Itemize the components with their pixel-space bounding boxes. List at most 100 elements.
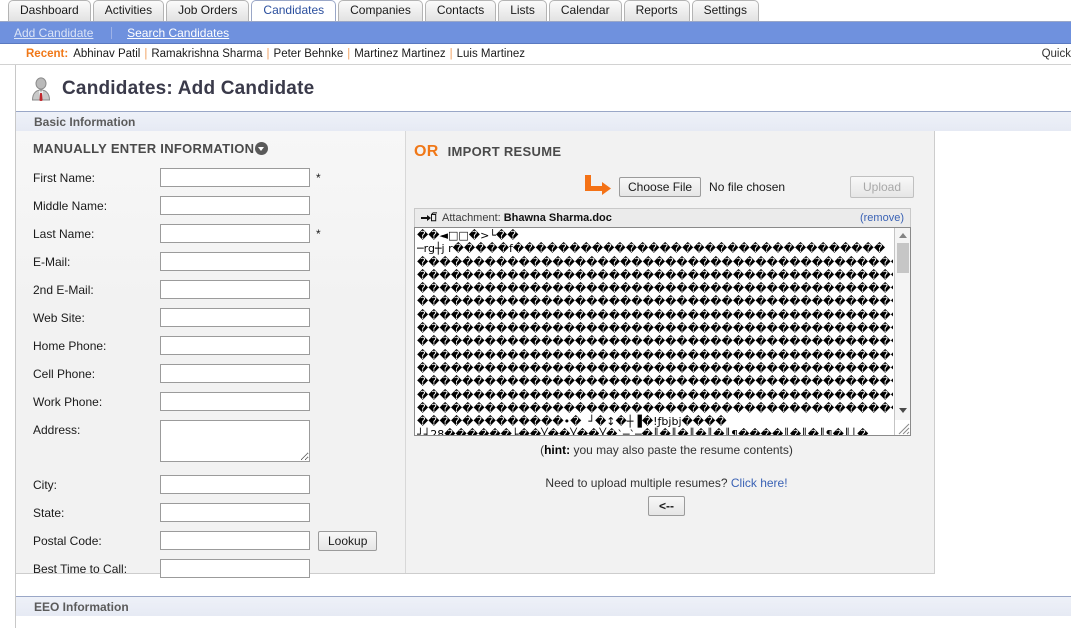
attachment-label: Attachment: [442, 209, 501, 228]
recent-item-link[interactable]: Peter Behnke [274, 48, 344, 60]
recent-item-link[interactable]: Abhinav Patil [73, 48, 140, 60]
tab-candidates[interactable]: Candidates [251, 0, 336, 21]
manual-entry-heading: MANUALLY ENTER INFORMATION [33, 141, 405, 156]
form-row: Home Phone: [33, 336, 405, 358]
page-title-row: Candidates: Add Candidate [0, 65, 1071, 111]
import-resume-label: IMPORT RESUME [448, 144, 562, 159]
form-row: State: [33, 503, 405, 525]
field-label: Cell Phone: [33, 364, 160, 384]
field-label: Middle Name: [33, 196, 160, 216]
tab-companies[interactable]: Companies [338, 0, 423, 21]
postal-code-input[interactable] [160, 531, 310, 550]
manual-entry-heading-text: MANUALLY ENTER INFORMATION [33, 141, 254, 156]
field-label: State: [33, 503, 160, 523]
field-label: 2nd E-Mail: [33, 280, 160, 300]
manual-entry-fields: First Name: * Middle Name: Last Name:* E-Mai… [33, 168, 405, 581]
work-phone-input[interactable] [160, 392, 310, 411]
section-header-basic-information: Basic Information [16, 111, 1071, 131]
recent-label: Recent: [26, 48, 68, 60]
hint-bold-label: hint: [544, 443, 570, 457]
hint-text: you may also paste the resume contents [573, 443, 788, 457]
field-label: Best Time to Call: [33, 559, 160, 579]
field-label: City: [33, 475, 160, 495]
attachment-icon [421, 212, 442, 224]
last-name-input[interactable] [160, 224, 310, 243]
recent-links-container: Abhinav Patil|Ramakrishna Sharma|Peter B… [73, 48, 525, 60]
scroll-up-arrow-icon[interactable] [899, 233, 907, 238]
form-row: Web Site: [33, 308, 405, 330]
quick-search-label[interactable]: Quick [1042, 44, 1071, 65]
recent-item-link[interactable]: Martinez Martinez [354, 48, 445, 60]
paste-hint: (hint: you may also paste the resume con… [414, 443, 919, 457]
no-file-chosen-text: No file chosen [709, 180, 785, 194]
or-label: OR [414, 143, 439, 161]
recent-item-link[interactable]: Luis Martinez [457, 48, 525, 60]
choose-file-button[interactable]: Choose File [619, 177, 701, 197]
cell-phone-input[interactable] [160, 364, 310, 383]
field-label: Postal Code: [33, 531, 160, 551]
remove-attachment-link[interactable]: (remove) [860, 209, 904, 228]
upload-button[interactable]: Upload [850, 176, 914, 198]
import-resume-heading: OR IMPORT RESUME [406, 143, 934, 161]
person-icon [30, 77, 52, 101]
form-row: Last Name:* [33, 224, 405, 246]
home-phone-input[interactable] [160, 336, 310, 355]
tab-job-orders[interactable]: Job Orders [166, 0, 249, 21]
form-row: E-Mail: [33, 252, 405, 274]
recent-separator: | [144, 48, 147, 60]
resize-handle[interactable] [895, 420, 910, 435]
tab-calendar[interactable]: Calendar [549, 0, 622, 21]
tab-dashboard[interactable]: Dashboard [8, 0, 91, 21]
field-label: Last Name: [33, 224, 160, 244]
back-button-row: <-- [414, 496, 919, 516]
form-row: 2nd E-Mail: [33, 280, 405, 302]
resume-scrollbar[interactable] [894, 228, 910, 435]
field-label: Address: [33, 420, 160, 440]
resume-text-content: ��◄□□�>└�� ─rg┼j r�����f����������������… [417, 229, 893, 435]
recent-items-bar: Recent:Abhinav Patil|Ramakrishna Sharma|… [0, 44, 1071, 65]
tab-activities[interactable]: Activities [93, 0, 164, 21]
web-site-input[interactable] [160, 308, 310, 327]
form-row: Postal Code: Lookup [33, 531, 405, 553]
field-label: Home Phone: [33, 336, 160, 356]
page-body: Candidates: Add Candidate Basic Informat… [0, 65, 1071, 628]
2nd-e-mail-input[interactable] [160, 280, 310, 299]
required-marker: * [316, 168, 321, 188]
subnav-search-candidates[interactable]: Search Candidates [127, 26, 229, 40]
e-mail-input[interactable] [160, 252, 310, 271]
multiple-resumes-row: Need to upload multiple resumes? Click h… [414, 476, 919, 490]
scroll-down-arrow-icon[interactable] [899, 408, 907, 413]
field-label: First Name: [33, 168, 160, 188]
form-row: Work Phone: [33, 392, 405, 414]
tab-contacts[interactable]: Contacts [425, 0, 496, 21]
form-row: City: [33, 475, 405, 497]
attachment-filename: Bhawna Sharma.doc [504, 209, 612, 228]
multiple-resumes-link[interactable]: Click here! [731, 476, 788, 490]
form-row: Cell Phone: [33, 364, 405, 386]
back-button[interactable]: <-- [648, 496, 685, 516]
resume-text-area[interactable]: ��◄□□�>└�� ─rg┼j r�����f����������������… [414, 227, 911, 436]
middle-name-input[interactable] [160, 196, 310, 215]
manual-entry-column: MANUALLY ENTER INFORMATION First Name: * M… [16, 131, 406, 573]
page-title: Candidates: Add Candidate [62, 78, 314, 100]
first-name-input[interactable] [160, 168, 310, 187]
section-header-eeo-information: EEO Information [16, 596, 1071, 616]
field-label: Work Phone: [33, 392, 160, 412]
recent-item-link[interactable]: Ramakrishna Sharma [151, 48, 262, 60]
lookup-button[interactable]: Lookup [318, 531, 377, 551]
main-tab-bar: DashboardActivitiesJob OrdersCandidatesC… [0, 0, 1071, 22]
best-time-to-call-input[interactable] [160, 559, 310, 578]
subnav-add-candidate[interactable]: Add Candidate [14, 26, 93, 40]
tab-reports[interactable]: Reports [624, 0, 690, 21]
form-row: Best Time to Call: [33, 559, 405, 581]
address-input[interactable] [160, 420, 310, 462]
tab-settings[interactable]: Settings [692, 0, 759, 21]
form-row: Address: [33, 420, 405, 466]
scrollbar-thumb[interactable] [897, 243, 909, 273]
field-label: Web Site: [33, 308, 160, 328]
tab-lists[interactable]: Lists [498, 0, 547, 21]
city-input[interactable] [160, 475, 310, 494]
import-resume-column: OR IMPORT RESUME Choose File No file cho… [406, 131, 934, 573]
state-input[interactable] [160, 503, 310, 522]
collapse-circle-icon[interactable] [255, 142, 268, 155]
